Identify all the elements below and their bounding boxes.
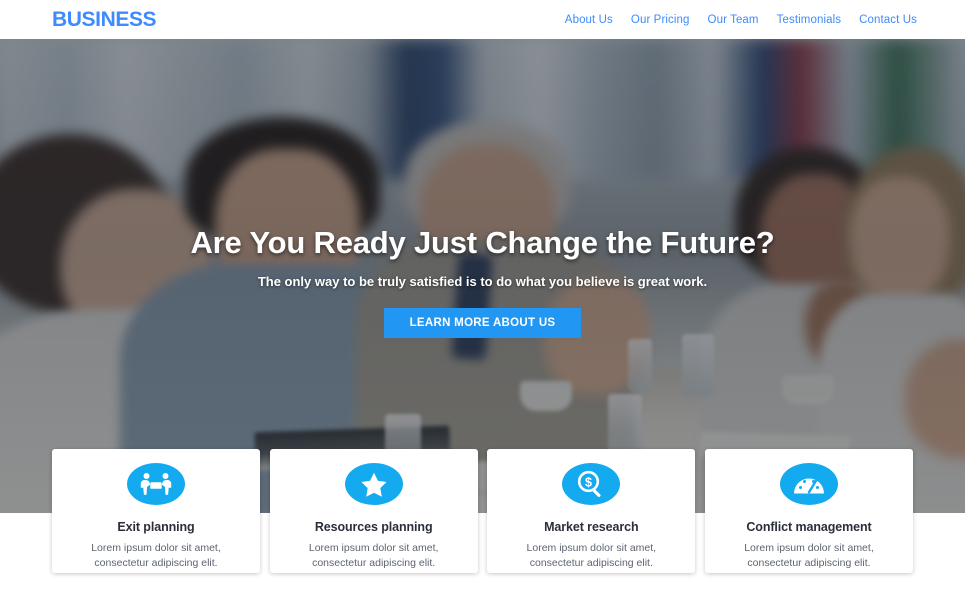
card-description: Lorem ipsum dolor sit amet, consectetur … — [526, 542, 657, 570]
feature-card-market-research[interactable]: $ Market research Lorem ipsum dolor sit … — [487, 449, 696, 573]
site-logo[interactable]: BUSINESS — [52, 8, 157, 32]
feature-card-conflict-management[interactable]: Conflict management Lorem ipsum dolor si… — [704, 449, 913, 573]
feature-card-exit-planning[interactable]: Exit planning Lorem ipsum dolor sit amet… — [52, 449, 260, 573]
card-description: Lorem ipsum dolor sit amet, consectetur … — [744, 542, 874, 570]
learn-more-button[interactable]: LEARN MORE ABOUT US — [383, 308, 582, 338]
card-description: Lorem ipsum dolor sit amet, consectetur … — [91, 542, 221, 570]
magnifier-dollar-icon: $ — [562, 463, 621, 505]
hero-section: Are You Ready Just Change the Future? Th… — [0, 39, 965, 513]
feature-card-resources-planning[interactable]: Resources planning Lorem ipsum dolor sit… — [269, 449, 478, 573]
main-navigation: About Us Our Pricing Our Team Testimonia… — [556, 14, 917, 26]
speedometer-icon — [779, 463, 838, 505]
card-title: Conflict management — [746, 520, 872, 534]
card-title: Resources planning — [314, 520, 433, 534]
hero-subtitle: The only way to be truly satisfied is to… — [257, 274, 708, 289]
star-icon — [344, 463, 403, 505]
hero-title: Are You Ready Just Change the Future? — [190, 225, 775, 260]
card-description: Lorem ipsum dolor sit amet, consectetur … — [308, 542, 439, 570]
people-carrying-box-icon — [127, 463, 185, 505]
card-title: Market research — [544, 520, 639, 534]
nav-item-contact-us[interactable]: Contact Us — [850, 14, 917, 26]
landing-page: BUSINESS About Us Our Pricing Our Team T… — [0, 0, 965, 600]
feature-cards: Exit planning Lorem ipsum dolor sit amet… — [52, 449, 913, 573]
card-title: Exit planning — [117, 520, 195, 534]
hero-content: Are You Ready Just Change the Future? Th… — [0, 39, 965, 513]
nav-item-testimonials[interactable]: Testimonials — [768, 14, 850, 26]
site-header: BUSINESS About Us Our Pricing Our Team T… — [0, 0, 965, 39]
nav-item-our-pricing[interactable]: Our Pricing — [622, 14, 699, 26]
svg-text:$: $ — [585, 475, 592, 489]
nav-item-about-us[interactable]: About Us — [556, 14, 622, 26]
nav-item-our-team[interactable]: Our Team — [699, 14, 768, 26]
